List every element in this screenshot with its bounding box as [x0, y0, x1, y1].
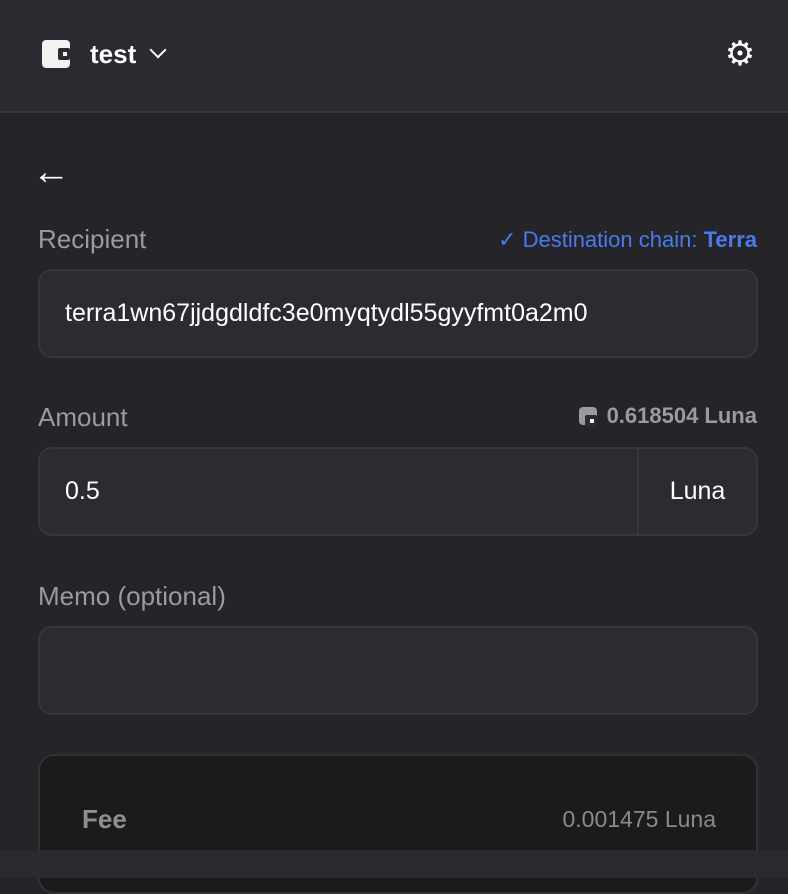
balance[interactable]: 0.618504 Luna: [578, 403, 757, 429]
memo-input[interactable]: [38, 626, 758, 715]
balance-value: 0.618504 Luna: [606, 403, 757, 428]
recipient-input[interactable]: terra1wn67jjdgdldfc3e0myqtydl55gyyfmt0a2…: [38, 269, 758, 358]
check-icon: ✓: [498, 227, 517, 252]
wallet-selector[interactable]: test: [42, 38, 167, 70]
amount-input[interactable]: 0.5 Luna: [38, 447, 758, 536]
gear-icon[interactable]: ⚙: [722, 36, 758, 72]
amount-label: Amount: [38, 402, 128, 432]
chevron-down-icon: [149, 41, 167, 59]
back-arrow-icon[interactable]: ←: [32, 152, 70, 192]
wallet-icon: [578, 407, 597, 427]
destination-chain-name: Terra: [703, 227, 757, 252]
recipient-value[interactable]: terra1wn67jjdgdldfc3e0myqtydl55gyyfmt0a2…: [40, 299, 756, 328]
recipient-label: Recipient: [38, 224, 147, 254]
amount-unit: Luna: [637, 449, 756, 534]
destination-chain-prefix: Destination chain:: [522, 227, 698, 252]
wallet-icon: [42, 40, 70, 68]
wallet-name: test: [90, 38, 137, 69]
header: test ⚙: [0, 0, 788, 113]
fee-label: Fee: [82, 804, 127, 834]
fee-value: 0.001475 Luna: [562, 806, 717, 832]
bottom-bar: [0, 850, 788, 878]
amount-value[interactable]: 0.5: [40, 477, 637, 506]
memo-label: Memo (optional): [38, 581, 226, 611]
destination-chain: ✓ Destination chain: Terra: [498, 227, 757, 253]
